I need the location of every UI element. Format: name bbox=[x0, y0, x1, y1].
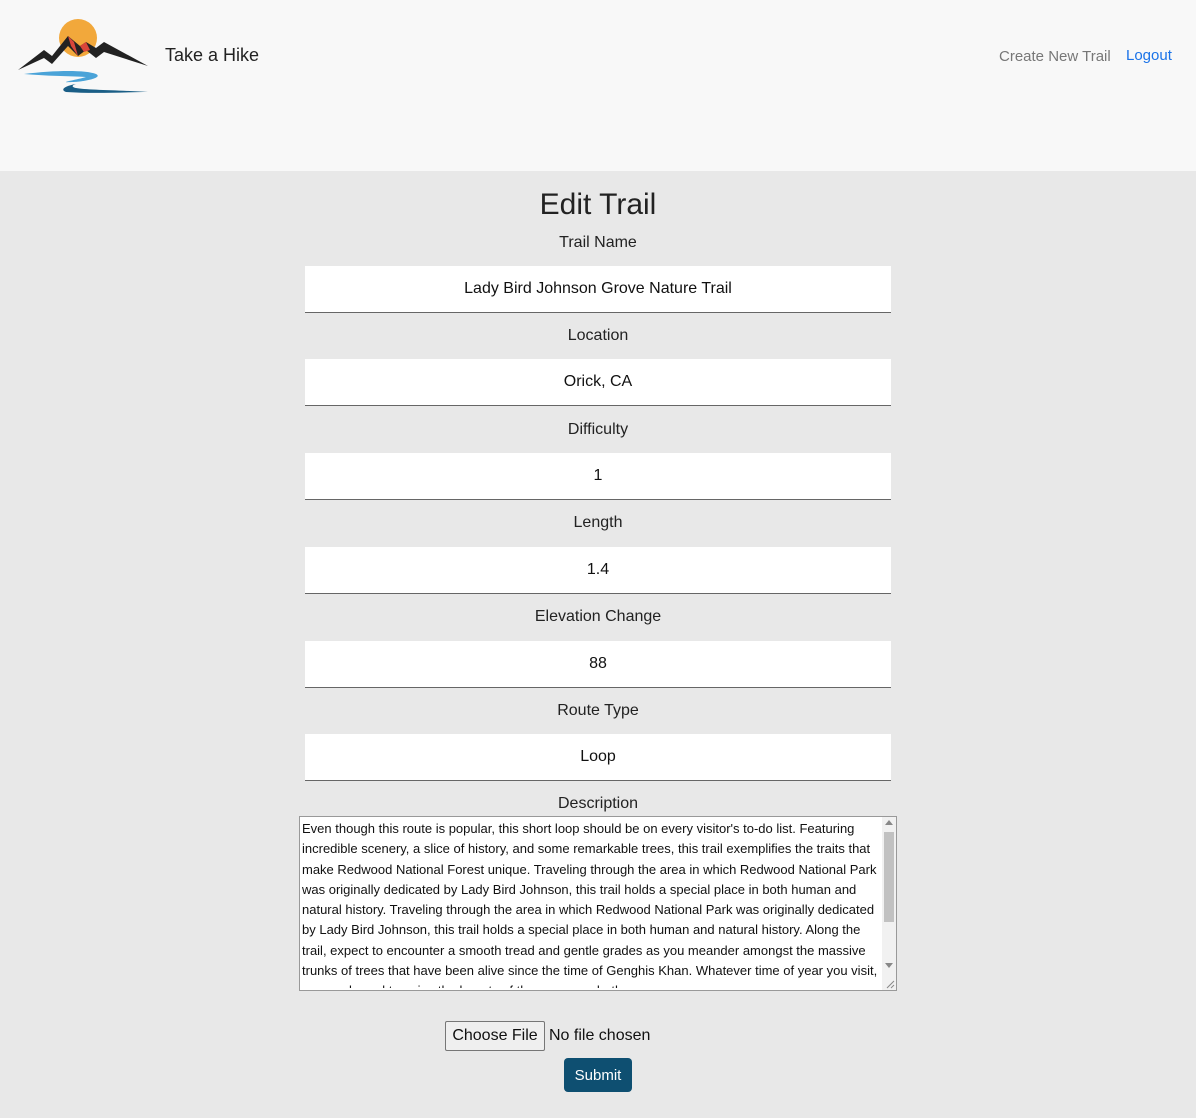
choose-file-button[interactable]: Choose File bbox=[445, 1021, 545, 1051]
description-label: Description bbox=[557, 795, 639, 812]
mountain-logo-icon[interactable] bbox=[16, 16, 150, 96]
edit-trail-form: Edit Trail Trail Name Location Difficult… bbox=[0, 171, 1196, 1118]
length-label: Length bbox=[573, 514, 623, 531]
submit-button[interactable]: Submit bbox=[564, 1058, 632, 1092]
route-type-input[interactable] bbox=[305, 734, 891, 781]
elevation-change-label: Elevation Change bbox=[534, 608, 662, 625]
length-input[interactable] bbox=[305, 547, 891, 594]
route-type-label: Route Type bbox=[557, 702, 639, 719]
description-text[interactable]: Even though this route is popular, this … bbox=[302, 819, 880, 988]
trail-name-label: Trail Name bbox=[559, 234, 637, 251]
create-new-trail-link[interactable]: Create New Trail bbox=[999, 48, 1111, 65]
difficulty-input[interactable] bbox=[305, 453, 891, 500]
brand-name[interactable]: Take a Hike bbox=[165, 45, 259, 66]
file-status-text: No file chosen bbox=[549, 1027, 651, 1044]
trail-name-input[interactable] bbox=[305, 266, 891, 313]
description-textarea[interactable]: Even though this route is popular, this … bbox=[299, 816, 897, 991]
resize-handle-icon[interactable] bbox=[885, 979, 895, 989]
logout-link[interactable]: Logout bbox=[1126, 47, 1172, 64]
elevation-change-input[interactable] bbox=[305, 641, 891, 688]
difficulty-label: Difficulty bbox=[567, 421, 629, 438]
description-scrollbar[interactable] bbox=[882, 817, 896, 990]
location-input[interactable] bbox=[305, 359, 891, 406]
page-title: Edit Trail bbox=[539, 188, 657, 221]
scroll-down-arrow-icon[interactable] bbox=[885, 963, 893, 968]
scrollbar-thumb[interactable] bbox=[884, 832, 894, 922]
location-label: Location bbox=[567, 327, 629, 344]
site-header: Take a Hike Create New Trail Logout bbox=[0, 0, 1196, 171]
scroll-up-arrow-icon[interactable] bbox=[885, 820, 893, 825]
